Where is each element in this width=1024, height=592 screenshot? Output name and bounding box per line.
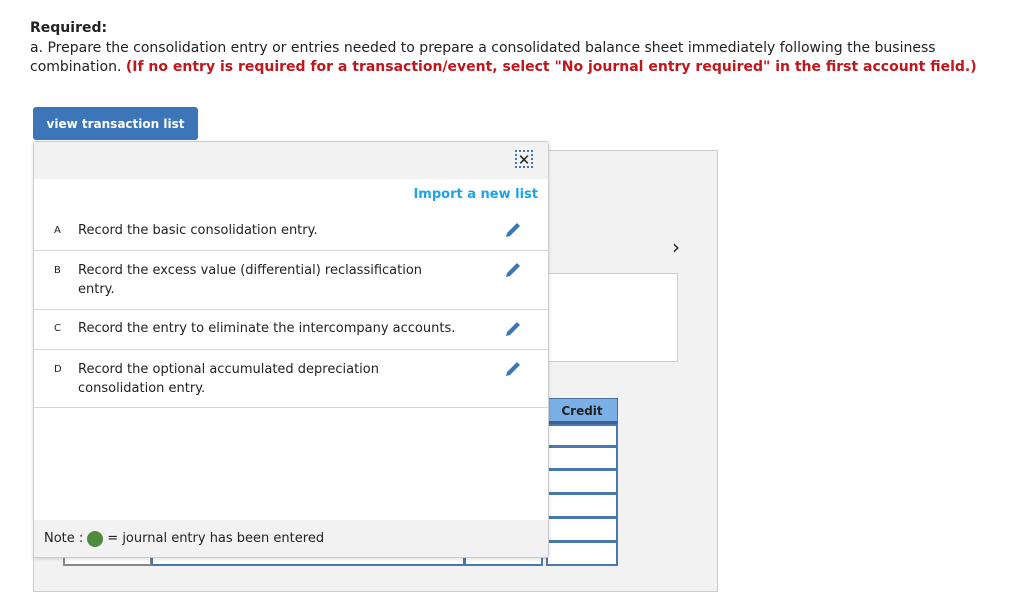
close-icon[interactable]: ✕ [515, 150, 533, 169]
popup-header: ✕ [34, 142, 548, 179]
description-box [548, 273, 678, 362]
transaction-letter: B [54, 265, 61, 276]
credit-cell[interactable] [546, 541, 618, 566]
note-text: = journal entry has been entered [107, 531, 325, 546]
transaction-list-popup: ✕ Import a new list A Record the basic c… [33, 141, 549, 558]
transaction-item-a[interactable]: A Record the basic consolidation entry. [34, 212, 548, 251]
green-dot-icon [87, 530, 104, 547]
import-new-list-link[interactable]: Import a new list [413, 187, 538, 202]
transaction-description: Record the excess value (differential) r… [78, 263, 423, 297]
transaction-item-c[interactable]: C Record the entry to eliminate the inte… [34, 310, 548, 350]
view-transaction-list-button[interactable]: view transaction list [33, 107, 198, 140]
credit-column-header: Credit [546, 398, 618, 424]
required-heading: Required: [30, 20, 108, 36]
credit-cell[interactable] [546, 469, 618, 494]
instruction-note: (If no entry is required for a transacti… [125, 59, 977, 75]
pencil-icon[interactable] [504, 360, 522, 378]
pencil-icon[interactable] [504, 221, 522, 239]
chevron-right-icon[interactable]: › [672, 235, 680, 259]
transaction-letter: D [54, 364, 62, 375]
note-legend: Note : = journal entry has been entered [34, 520, 548, 557]
credit-cell[interactable] [546, 493, 618, 518]
transaction-letter: C [54, 323, 61, 334]
pencil-icon[interactable] [504, 261, 522, 279]
transaction-description: Record the basic consolidation entry. [78, 223, 318, 238]
pencil-icon[interactable] [504, 320, 522, 338]
transaction-letter: A [54, 225, 61, 236]
credit-cell[interactable] [546, 446, 618, 470]
transaction-item-b[interactable]: B Record the excess value (differential)… [34, 251, 548, 310]
instructions: a. Prepare the consolidation entry or en… [30, 39, 990, 77]
transaction-description: Record the optional accumulated deprecia… [78, 362, 379, 396]
note-prefix: Note : [44, 531, 84, 546]
transaction-description: Record the entry to eliminate the interc… [78, 321, 456, 336]
credit-cell[interactable] [546, 424, 618, 447]
credit-cell[interactable] [546, 517, 618, 542]
transaction-item-d[interactable]: D Record the optional accumulated deprec… [34, 350, 548, 408]
